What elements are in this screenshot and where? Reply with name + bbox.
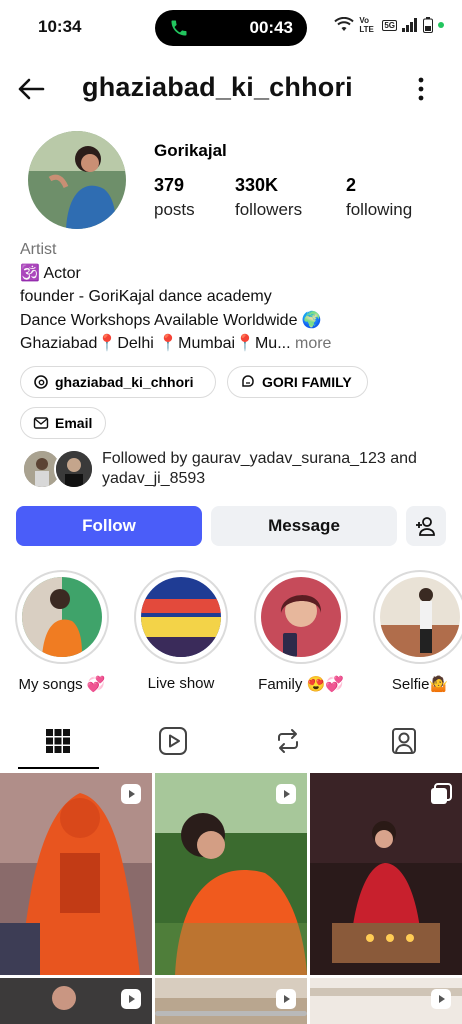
bio-line: Ghaziabad📍Delhi 📍Mumbai📍Mu... [20, 335, 291, 352]
grid-post[interactable] [155, 773, 307, 975]
chip-label: Email [55, 415, 93, 431]
highlight-label: My songs 💞 [18, 676, 106, 693]
highlight-cover [261, 577, 341, 657]
chip-label: GORI FAMILY [262, 374, 352, 390]
highlight-label: Live show [147, 675, 215, 692]
reel-badge-icon [121, 989, 141, 1009]
stat-label: following [346, 200, 413, 219]
stat-label: posts [154, 200, 195, 219]
broadcast-channel-icon [242, 375, 254, 387]
follower-avatar[interactable] [54, 449, 94, 489]
grid-post[interactable] [310, 978, 462, 1024]
ongoing-call-pill[interactable]: 00:43 [155, 10, 307, 46]
tab-reels[interactable] [115, 714, 230, 768]
grid-post[interactable] [0, 773, 152, 975]
battery-icon [423, 17, 433, 33]
stat-posts[interactable]: 379 posts [154, 175, 195, 220]
highlight-label: Selfie🤷 [391, 676, 449, 693]
threads-icon [34, 375, 48, 389]
network-label: 5G [382, 19, 397, 31]
status-time: 10:34 [38, 17, 82, 36]
bio-line-last: Ghaziabad📍Delhi 📍Mumbai📍Mu... more [20, 332, 450, 356]
bio-category: Artist [20, 241, 57, 258]
tab-reposts[interactable] [230, 714, 345, 768]
display-name: Gorikajal [154, 141, 227, 160]
bio-more-link[interactable]: more [295, 335, 331, 352]
profile-tabs [0, 714, 462, 770]
call-duration: 00:43 [249, 18, 293, 37]
status-bar: 10:34 00:43 Vo LTE 5G [0, 0, 462, 56]
volte-label: Vo LTE [359, 16, 374, 34]
stat-value: 379 [154, 175, 185, 195]
notification-dot [438, 22, 444, 28]
stat-label: followers [235, 200, 303, 219]
more-options-icon[interactable] [408, 76, 434, 102]
follow-button[interactable]: Follow [16, 506, 202, 546]
highlight-live-show[interactable]: Live show [134, 570, 228, 692]
highlight-cover [141, 577, 221, 657]
reel-badge-icon [121, 784, 141, 804]
tab-tagged[interactable] [346, 714, 461, 768]
wifi-icon [334, 17, 355, 31]
message-button[interactable]: Message [211, 506, 397, 546]
carousel-badge-icon [431, 783, 452, 804]
highlight-label: Family 😍💞 [258, 676, 344, 693]
reels-icon [158, 727, 187, 755]
tab-posts[interactable] [0, 714, 115, 768]
home-indicator[interactable] [155, 1011, 307, 1016]
bio: Artist 🕉️ Actor founder - GoriKajal danc… [20, 238, 450, 356]
reel-badge-icon [431, 989, 451, 1009]
chip-label: ghaziabad_ki_chhori [55, 374, 194, 390]
bio-line: Dance Workshops Available Worldwide 🌍 [20, 311, 322, 329]
system-icons: Vo LTE 5G [334, 16, 444, 34]
highlight-my-songs[interactable]: My songs 💞 [15, 570, 109, 693]
signal-icon [402, 18, 417, 32]
email-chip[interactable]: Email [20, 407, 106, 439]
stat-followers[interactable]: 330K followers [235, 175, 302, 220]
profile-avatar[interactable] [28, 131, 126, 229]
grid-post[interactable] [310, 773, 462, 975]
grid-icon [45, 729, 70, 753]
suggest-users-button[interactable] [406, 506, 446, 546]
add-person-icon [416, 517, 435, 536]
highlight-cover [22, 577, 102, 657]
stat-following[interactable]: 2 following [346, 175, 412, 220]
active-tab-indicator [18, 767, 99, 769]
header-username: ghaziabad_ki_chhori [82, 72, 353, 102]
threads-link-chip[interactable]: ghaziabad_ki_chhori [20, 366, 216, 398]
stat-value: 330K [235, 175, 279, 195]
highlight-family[interactable]: Family 😍💞 [254, 570, 348, 693]
tagged-icon [391, 728, 416, 754]
followed-by-text[interactable]: Followed by gaurav_yadav_surana_123 and … [102, 449, 442, 489]
highlight-selfie[interactable]: Selfie🤷 [373, 570, 462, 693]
bio-line: founder - GoriKajal dance academy [20, 288, 272, 305]
mail-icon [33, 417, 49, 429]
reposts-icon [277, 729, 298, 753]
highlight-cover [380, 577, 460, 657]
grid-post[interactable] [0, 978, 152, 1024]
phone-icon [171, 20, 187, 36]
reel-badge-icon [276, 989, 296, 1009]
bio-line: 🕉️ Actor [20, 264, 81, 282]
stat-value: 2 [346, 175, 357, 195]
reel-badge-icon [276, 784, 296, 804]
grid-post[interactable] [155, 978, 307, 1024]
back-arrow-icon[interactable] [16, 74, 46, 104]
broadcast-channel-chip[interactable]: GORI FAMILY [227, 366, 368, 398]
